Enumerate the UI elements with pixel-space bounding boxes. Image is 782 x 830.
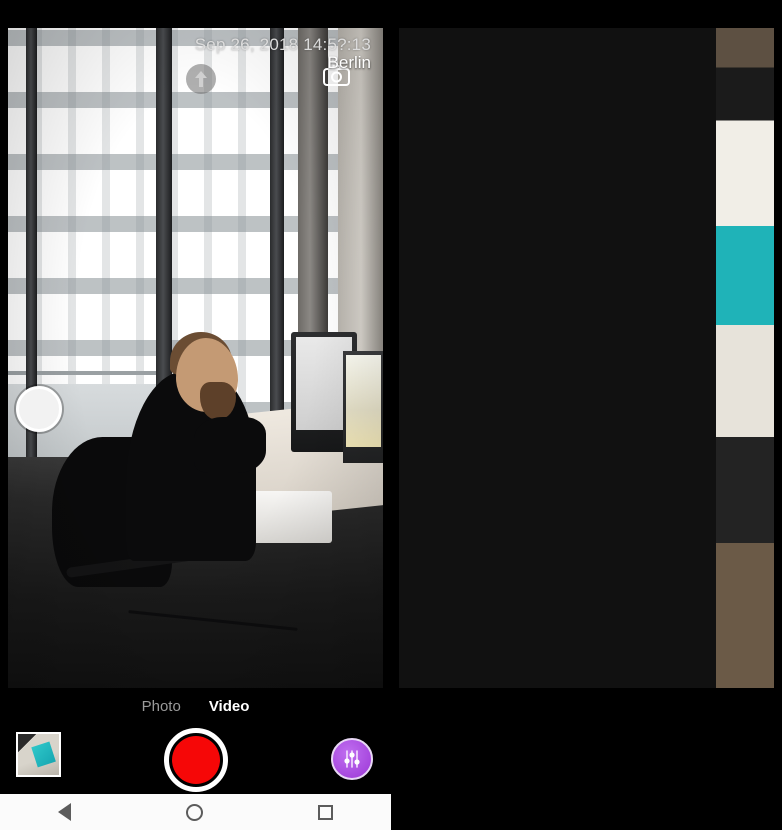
mode-video[interactable]: Video — [209, 698, 250, 715]
thumbnail-image — [18, 734, 59, 775]
capture-mode-bar: Photo Video — [0, 692, 391, 720]
timestamp-watermark: Sep 26, 2018 14:5?:13 Berlin — [195, 36, 371, 72]
sliders-icon — [344, 750, 360, 768]
gallery-thumbnail[interactable] — [16, 732, 61, 777]
back-triangle-icon[interactable] — [57, 803, 71, 821]
camera-preview-behind-dialog — [399, 28, 774, 688]
right-phone-settings-screen: Settings Font Color Text size (Medium) D… — [391, 0, 782, 830]
thumbnail-notebook — [31, 741, 56, 767]
preview-scene — [8, 28, 383, 688]
camera-controls-bar — [0, 722, 391, 800]
camera-preview[interactable]: Sep 26, 2018 14:5?:13 Berlin — [8, 28, 383, 688]
mode-photo[interactable]: Photo — [142, 698, 181, 715]
effects-button[interactable] — [331, 738, 373, 780]
record-indicator — [171, 736, 220, 784]
android-navbar-left — [0, 794, 391, 830]
recent-square-icon[interactable] — [318, 804, 334, 820]
screenshot-root: Sep 26, 2018 14:5?:13 Berlin Photo Video — [0, 0, 782, 830]
preview-vignette — [8, 28, 383, 688]
record-button[interactable] — [163, 728, 228, 792]
watermark-city: Berlin — [327, 52, 371, 72]
watermark-date: Sep 26, 2018 14:5?:13 — [194, 35, 371, 54]
home-circle-icon[interactable] — [185, 803, 203, 821]
focus-ring[interactable] — [16, 386, 62, 432]
preview-strip — [716, 28, 774, 688]
left-phone-camera-screen: Sep 26, 2018 14:5?:13 Berlin Photo Video — [0, 0, 391, 830]
